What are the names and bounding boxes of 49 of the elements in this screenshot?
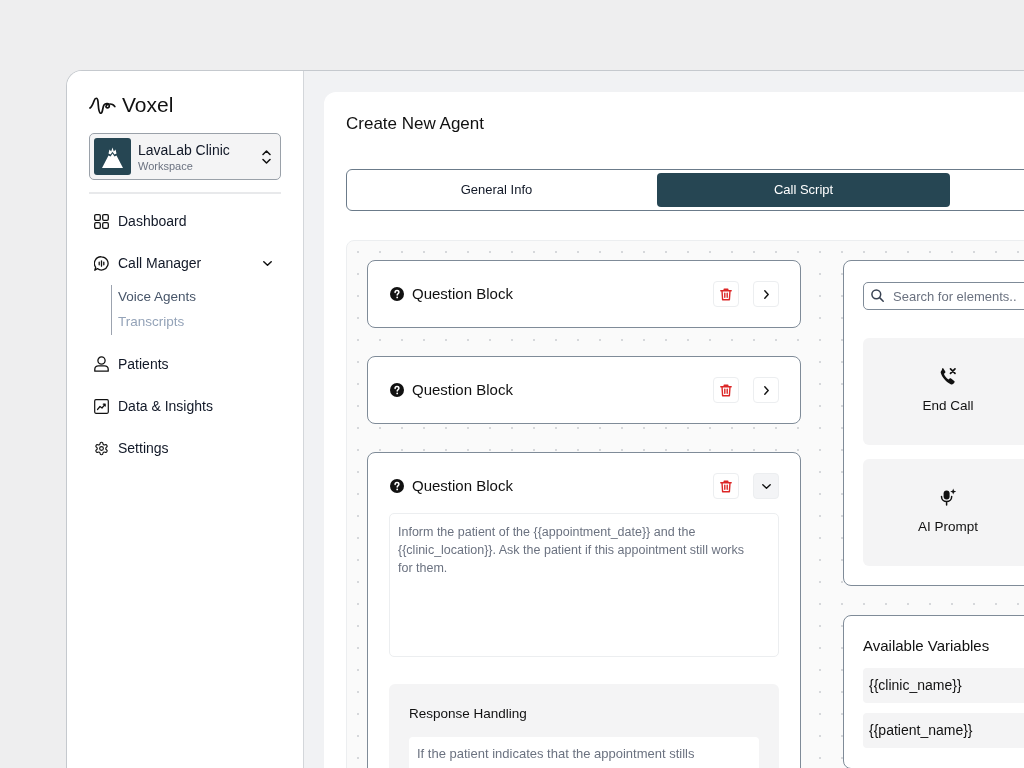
search-icon xyxy=(871,289,884,302)
nav-item[interactable]: Settings xyxy=(89,430,281,466)
tab[interactable]: General Info xyxy=(350,173,643,207)
chevron-right-icon xyxy=(763,289,769,299)
nav-item[interactable]: Dashboard xyxy=(89,203,281,239)
expand-button[interactable] xyxy=(753,473,779,499)
delete-button[interactable] xyxy=(713,377,739,403)
search-field[interactable]: Search for elements.. xyxy=(863,282,1024,310)
prompt-field[interactable]: Inform the patient of the {{appointment_date}} and the {{clinic_location}}. Ask the patient if this appointment still works for them. xyxy=(389,513,779,657)
chevron-down-icon xyxy=(761,483,771,489)
grid-icon xyxy=(94,213,109,229)
variable-item[interactable]: {{clinic_name}} xyxy=(863,668,1024,703)
delete-button[interactable] xyxy=(713,281,739,307)
settings-icon xyxy=(94,440,109,456)
block-title: Question Block xyxy=(412,283,513,304)
block-title: Question Block xyxy=(412,475,513,496)
question-circle-icon xyxy=(390,287,404,301)
mic-sparkle-icon xyxy=(939,488,957,506)
block-title: Question Block xyxy=(412,379,513,400)
chevron-right-icon xyxy=(763,385,769,395)
response-field[interactable]: If the patient indicates that the appointment stills xyxy=(409,737,759,768)
wave-logo-icon xyxy=(89,95,116,115)
chart-icon xyxy=(94,398,109,414)
workspace-switcher[interactable]: LavaLab Clinic Workspace xyxy=(89,133,281,180)
question-circle-icon xyxy=(390,383,404,397)
nav-item[interactable]: Data & Insights xyxy=(89,388,281,424)
nav-subitem[interactable]: Voice Agents xyxy=(118,285,281,310)
question-circle-icon xyxy=(390,479,404,493)
delete-button[interactable] xyxy=(713,473,739,499)
panel-title: Available Variables xyxy=(863,636,991,656)
tab[interactable]: Call Script xyxy=(657,173,950,207)
app-name: Voxel xyxy=(122,93,174,117)
expand-button[interactable] xyxy=(753,281,779,307)
trash-icon xyxy=(720,383,732,397)
element-tile[interactable]: End Call xyxy=(863,338,1024,445)
page-title: Create New Agent xyxy=(346,113,485,135)
speech-bubble-icon xyxy=(94,255,109,271)
trash-icon xyxy=(720,479,732,493)
section-title: Response Handling xyxy=(409,705,528,723)
nav-item[interactable]: Patients xyxy=(89,346,281,382)
expand-button[interactable] xyxy=(753,377,779,403)
element-tile[interactable]: AI Prompt xyxy=(863,459,1024,566)
up-down-chevron-icon xyxy=(262,149,271,164)
variable-item[interactable]: {{patient_name}} xyxy=(863,713,1024,748)
nav-item[interactable]: Call Manager xyxy=(89,245,281,281)
phone-x-icon xyxy=(939,367,957,385)
mountain-logo-icon xyxy=(94,138,131,175)
user-icon xyxy=(94,356,109,372)
trash-icon xyxy=(720,287,732,301)
